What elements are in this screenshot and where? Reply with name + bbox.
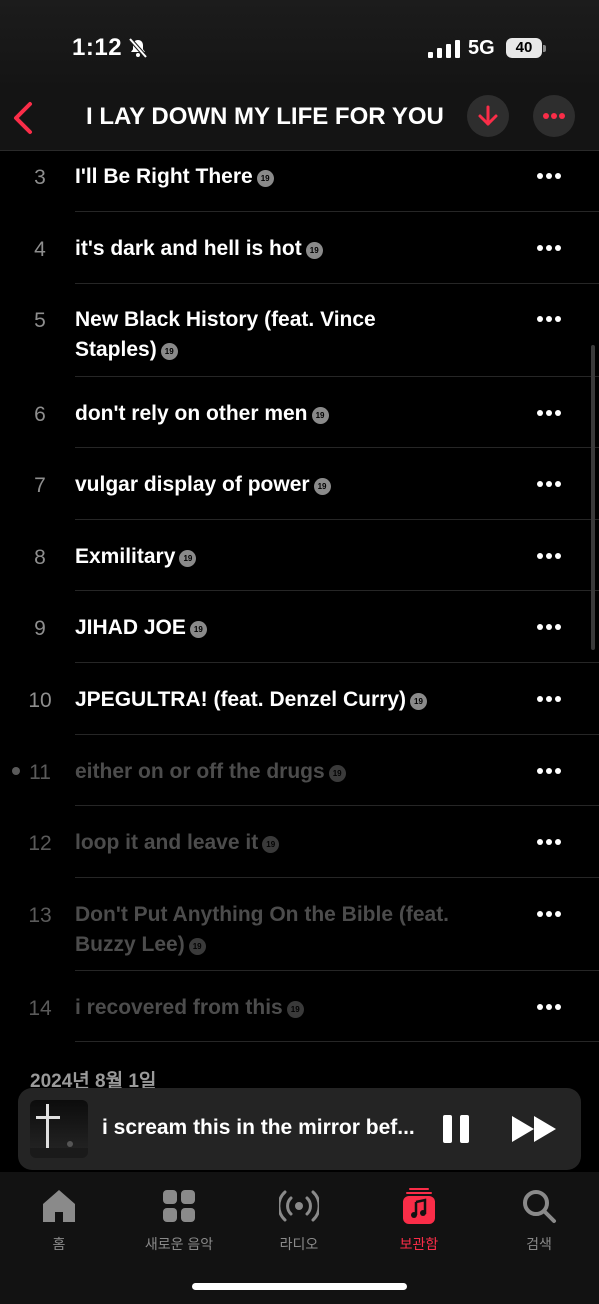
track-title: Don't Put Anything On the Bible (feat. Bu… bbox=[75, 903, 450, 956]
ellipsis-icon bbox=[543, 113, 565, 119]
track-number: 12 bbox=[28, 832, 52, 855]
explicit-badge: 19 bbox=[305, 242, 323, 259]
network-type: 5G bbox=[468, 37, 495, 59]
explicit-badge: 19 bbox=[179, 550, 197, 567]
track-title: i recovered from this 19 bbox=[75, 993, 505, 1023]
row-divider bbox=[75, 376, 599, 377]
row-divider bbox=[75, 283, 599, 284]
track-title: Exmilitary 19 bbox=[75, 542, 505, 572]
download-button[interactable] bbox=[467, 95, 509, 137]
track-number: 13 bbox=[28, 904, 52, 927]
grid-icon bbox=[163, 1190, 195, 1222]
track-more-button[interactable] bbox=[532, 403, 566, 423]
track-title: loop it and leave it 19 bbox=[75, 828, 505, 858]
explicit-badge: 19 bbox=[313, 478, 331, 495]
pause-icon[interactable] bbox=[441, 1113, 471, 1145]
album-title: I LAY DOWN MY LIFE FOR YOU bbox=[86, 103, 444, 130]
track-more-button[interactable] bbox=[532, 904, 566, 924]
track-more-button[interactable] bbox=[532, 238, 566, 258]
track-more-button[interactable] bbox=[532, 617, 566, 637]
tab-label: 홈 bbox=[52, 1236, 66, 1252]
track-title: vulgar display of power 19 bbox=[75, 470, 505, 500]
track-title: JIHAD JOE 19 bbox=[75, 613, 505, 643]
track-number: 5 bbox=[34, 309, 46, 332]
track-number: 3 bbox=[34, 166, 46, 189]
track-title: either on or off the drugs 19 bbox=[75, 757, 505, 787]
album-artwork[interactable] bbox=[30, 1100, 88, 1158]
track-title: I'll Be Right There 19 bbox=[75, 162, 505, 192]
explicit-badge: 19 bbox=[189, 621, 207, 638]
download-arrow-icon bbox=[478, 105, 498, 126]
row-divider bbox=[75, 662, 599, 663]
status-time: 1:12 bbox=[72, 34, 123, 61]
now-playing-title: i scream this in the mirror bef... bbox=[102, 1116, 415, 1139]
track-number: 9 bbox=[34, 617, 46, 640]
tab-label: 라디오 bbox=[279, 1236, 319, 1252]
radio-icon bbox=[279, 1190, 319, 1222]
row-divider bbox=[75, 734, 599, 735]
row-divider bbox=[75, 1041, 599, 1042]
row-divider bbox=[75, 590, 599, 591]
track-number: 6 bbox=[34, 403, 46, 426]
track-number: 7 bbox=[34, 474, 46, 497]
cellular-signal-icon bbox=[428, 40, 460, 58]
explicit-badge: 19 bbox=[286, 1001, 304, 1018]
track-title: JPEGULTRA! (feat. Denzel Curry) 19 bbox=[75, 685, 505, 715]
explicit-badge: 19 bbox=[410, 693, 427, 710]
more-options-button[interactable] bbox=[533, 95, 575, 137]
tab-home[interactable]: 홈 bbox=[4, 1186, 114, 1254]
track-more-button[interactable] bbox=[532, 166, 566, 186]
tab-search[interactable]: 검색 bbox=[484, 1186, 594, 1254]
row-divider bbox=[75, 211, 599, 212]
explicit-badge: 19 bbox=[160, 343, 178, 360]
track-more-button[interactable] bbox=[532, 309, 566, 329]
row-divider bbox=[75, 447, 599, 448]
row-divider bbox=[75, 519, 599, 520]
track-title: New Black History (feat. Vince Staples) 19 bbox=[75, 308, 376, 361]
back-chevron-icon[interactable] bbox=[10, 98, 40, 138]
track-more-button[interactable] bbox=[532, 474, 566, 494]
track-number: 11 bbox=[29, 761, 51, 784]
row-divider bbox=[75, 970, 599, 971]
tab-new-music[interactable]: 새로운 음악 bbox=[124, 1186, 234, 1254]
track-number: 8 bbox=[34, 546, 46, 569]
explicit-badge: 19 bbox=[256, 170, 274, 187]
explicit-badge: 19 bbox=[262, 836, 280, 853]
explicit-badge: 19 bbox=[311, 407, 329, 424]
search-icon bbox=[523, 1190, 556, 1223]
track-number: 4 bbox=[34, 238, 46, 261]
bell-slash-icon bbox=[128, 37, 148, 59]
library-icon bbox=[403, 1188, 435, 1224]
now-playing-indicator bbox=[12, 767, 20, 775]
track-more-button[interactable] bbox=[532, 997, 566, 1017]
tab-label: 보관함 bbox=[399, 1236, 439, 1252]
row-divider bbox=[75, 805, 599, 806]
tab-label: 검색 bbox=[526, 1236, 552, 1252]
explicit-badge: 19 bbox=[188, 938, 206, 955]
battery-indicator: 40 bbox=[506, 38, 546, 58]
track-more-button[interactable] bbox=[532, 761, 566, 781]
status-bar: 1:12 5G 40 bbox=[0, 0, 599, 90]
track-title: don't rely on other men 19 bbox=[75, 399, 505, 429]
tab-label: 새로운 음악 bbox=[144, 1236, 214, 1252]
track-number: 10 bbox=[28, 689, 52, 712]
track-number: 14 bbox=[28, 997, 52, 1020]
house-icon bbox=[43, 1190, 75, 1222]
scrollbar[interactable] bbox=[591, 345, 595, 650]
tab-library[interactable]: 보관함 bbox=[364, 1186, 474, 1254]
mini-player[interactable]: i scream this in the mirror bef... bbox=[18, 1088, 581, 1170]
fast-forward-icon[interactable] bbox=[512, 1116, 558, 1142]
home-indicator[interactable] bbox=[192, 1283, 407, 1290]
tab-radio[interactable]: 라디오 bbox=[244, 1186, 354, 1254]
row-divider bbox=[75, 877, 599, 878]
explicit-badge: 19 bbox=[328, 765, 346, 782]
track-more-button[interactable] bbox=[532, 832, 566, 852]
track-more-button[interactable] bbox=[532, 689, 566, 709]
track-title: it's dark and hell is hot 19 bbox=[75, 234, 505, 264]
artwork-cross-image bbox=[30, 1104, 88, 1158]
track-more-button[interactable] bbox=[532, 546, 566, 566]
album-header: I LAY DOWN MY LIFE FOR YOU bbox=[0, 90, 599, 151]
